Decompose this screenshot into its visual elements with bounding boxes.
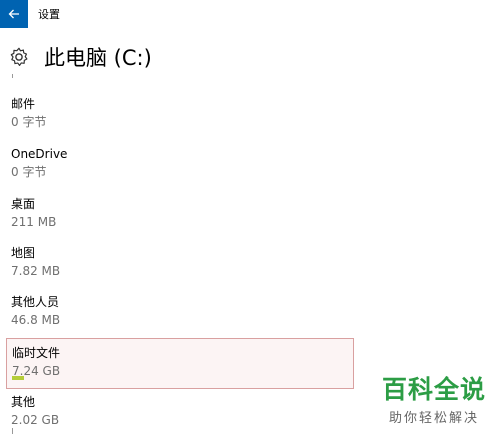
storage-item-size: 46.8 MB bbox=[11, 313, 61, 327]
storage-item-other-people[interactable]: 其他人员 46.8 MB bbox=[6, 294, 354, 338]
storage-item-size: 7.82 MB bbox=[11, 264, 61, 278]
storage-item-size: 0 字节 bbox=[11, 115, 47, 129]
page-title: 此电脑 (C:) bbox=[44, 46, 152, 70]
watermark-main-text: 百科全说 bbox=[381, 375, 486, 404]
storage-item-size: 7.24 GB bbox=[12, 364, 61, 378]
storage-item-label: 临时文件 bbox=[12, 346, 61, 360]
storage-item-mail[interactable]: 邮件 0 字节 bbox=[6, 96, 354, 140]
storage-item-desktop[interactable]: 桌面 211 MB bbox=[6, 196, 354, 240]
page-header: 此电脑 (C:) bbox=[0, 40, 500, 74]
gear-icon bbox=[10, 47, 28, 66]
back-arrow-icon bbox=[8, 9, 19, 19]
storage-item-size: 211 MB bbox=[11, 215, 57, 229]
storage-item-temp-files[interactable]: 临时文件 7.24 GB bbox=[6, 338, 354, 389]
storage-item-label: 地图 bbox=[11, 246, 36, 260]
storage-item-size: 2.02 GB bbox=[11, 413, 60, 427]
back-button[interactable] bbox=[0, 0, 28, 28]
watermark-logo: 百科全说 助你轻松解决 bbox=[374, 375, 494, 426]
storage-item-label: 邮件 bbox=[11, 97, 36, 111]
storage-item-label: OneDrive bbox=[11, 147, 68, 161]
scroll-indicator-bottom bbox=[12, 428, 13, 434]
storage-item-maps[interactable]: 地图 7.82 MB bbox=[6, 245, 354, 289]
storage-item-other[interactable]: 其他 2.02 GB bbox=[6, 394, 354, 438]
watermark-sub-text: 助你轻松解决 bbox=[388, 411, 479, 426]
title-bar: 设置 bbox=[0, 0, 500, 28]
storage-item-label: 桌面 bbox=[11, 197, 36, 211]
storage-item-onedrive[interactable]: OneDrive 0 字节 bbox=[6, 146, 354, 190]
storage-item-label: 其他人员 bbox=[11, 295, 60, 309]
app-title: 设置 bbox=[38, 8, 60, 21]
usage-bar bbox=[12, 376, 24, 380]
storage-item-label: 其他 bbox=[11, 395, 36, 409]
storage-item-size: 0 字节 bbox=[11, 165, 47, 179]
scroll-indicator-top bbox=[12, 74, 13, 78]
